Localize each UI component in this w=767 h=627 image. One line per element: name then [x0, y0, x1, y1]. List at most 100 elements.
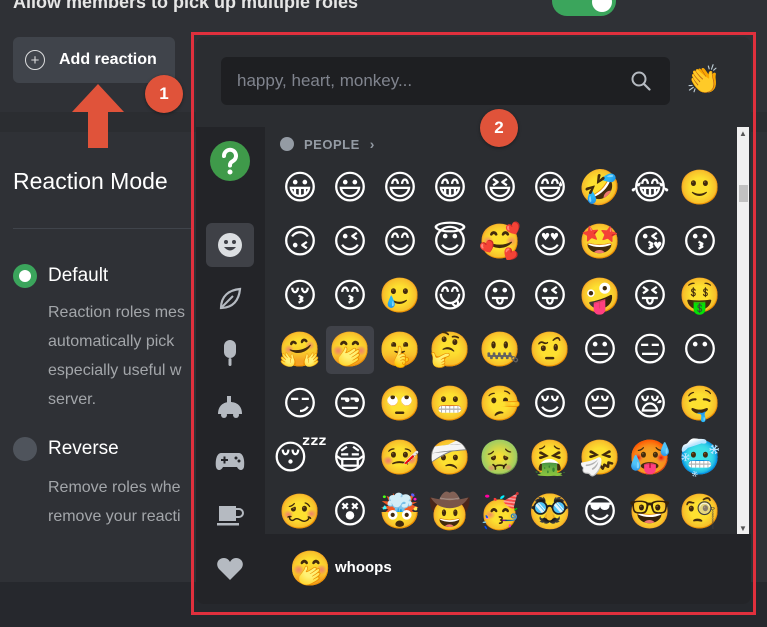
- emoji-button[interactable]: 😉: [326, 218, 374, 266]
- category-objects-icon[interactable]: [206, 493, 254, 537]
- emoji-button[interactable]: 😎: [576, 488, 624, 534]
- emoji-button[interactable]: 🤐: [476, 326, 524, 374]
- emoji-button[interactable]: 😴: [273, 434, 328, 482]
- desc-line: automatically pick: [48, 333, 175, 350]
- step-badge-2: 2: [480, 109, 518, 147]
- emoji-button[interactable]: 😗: [676, 218, 724, 266]
- emoji-picker: 👏: [196, 37, 751, 604]
- emoji-button[interactable]: 😔: [576, 380, 624, 428]
- emoji-button[interactable]: 😚: [276, 272, 324, 320]
- emoji-button[interactable]: 🤢: [476, 434, 524, 482]
- emoji-button[interactable]: 😪: [626, 380, 674, 428]
- add-reaction-button[interactable]: + Add reaction: [13, 37, 175, 83]
- emoji-button[interactable]: 😁: [426, 164, 474, 212]
- category-activities-icon[interactable]: [206, 385, 254, 429]
- emoji-button[interactable]: 🥲: [376, 272, 424, 320]
- default-radio[interactable]: [13, 264, 37, 288]
- reverse-radio[interactable]: [13, 437, 37, 461]
- emoji-button[interactable]: 😘: [626, 218, 674, 266]
- emoji-button[interactable]: 😑: [626, 326, 674, 374]
- emoji-button[interactable]: 🤧: [576, 434, 624, 482]
- scroll-down-arrow-icon[interactable]: ▼: [737, 522, 749, 534]
- emoji-button[interactable]: 😅: [526, 164, 574, 212]
- emoji-button[interactable]: 😝: [626, 272, 674, 320]
- emoji-button[interactable]: 🥴: [276, 488, 324, 534]
- emoji-button[interactable]: 😒: [326, 380, 374, 428]
- emoji-search-input[interactable]: [221, 57, 627, 105]
- emoji-button[interactable]: 😄: [376, 164, 424, 212]
- emoji-button[interactable]: 😋: [426, 272, 474, 320]
- emoji-button[interactable]: 🙂: [676, 164, 724, 212]
- step-badge-1: 1: [145, 75, 183, 113]
- emoji-button[interactable]: 🥶: [676, 434, 724, 482]
- emoji-button[interactable]: 🤮: [526, 434, 574, 482]
- emoji-button[interactable]: 🙄: [376, 380, 424, 428]
- emoji-button[interactable]: 😬: [426, 380, 474, 428]
- coffee-cup-icon: [217, 506, 244, 526]
- emoji-button[interactable]: 😀: [276, 164, 324, 212]
- emoji-button[interactable]: 😍: [526, 218, 574, 266]
- emoji-preview-footer: 🤭 whoops: [265, 534, 751, 604]
- emoji-button[interactable]: 🤗: [276, 326, 324, 374]
- emoji-button[interactable]: 🤣: [576, 164, 624, 212]
- emoji-button[interactable]: 🤔: [426, 326, 474, 374]
- emoji-button[interactable]: 🥵: [626, 434, 674, 482]
- emoji-button[interactable]: 🤑: [676, 272, 724, 320]
- emoji-button[interactable]: 😃: [326, 164, 374, 212]
- emoji-button[interactable]: 😙: [326, 272, 374, 320]
- emoji-button[interactable]: 🤭: [326, 326, 374, 374]
- emoji-button[interactable]: 😌: [526, 380, 574, 428]
- emoji-button[interactable]: 🤥: [476, 380, 524, 428]
- emoji-button[interactable]: 🤒: [376, 434, 424, 482]
- up-arrow-icon: [72, 84, 124, 148]
- emoji-button[interactable]: 😆: [476, 164, 524, 212]
- section-label: PEOPLE: [304, 136, 360, 152]
- leaf-icon: [219, 287, 242, 310]
- default-option-desc: Reaction roles mes automatically pick es…: [48, 298, 185, 414]
- scroll-up-arrow-icon[interactable]: ▲: [737, 127, 749, 139]
- emoji-button[interactable]: 😊: [376, 218, 424, 266]
- emoji-button[interactable]: 🥸: [526, 488, 574, 534]
- category-nature-icon[interactable]: [206, 277, 254, 321]
- emoji-button[interactable]: 😏: [276, 380, 324, 428]
- emoji-button[interactable]: 🥳: [476, 488, 524, 534]
- preview-emoji-name: whoops: [335, 559, 392, 576]
- emoji-button[interactable]: 😜: [526, 272, 574, 320]
- emoji-button[interactable]: 🤓: [626, 488, 674, 534]
- emoji-button[interactable]: 😐: [576, 326, 624, 374]
- category-food-icon[interactable]: [206, 331, 254, 375]
- category-gaming-icon[interactable]: [206, 439, 254, 483]
- emoji-button[interactable]: 🤩: [576, 218, 624, 266]
- emoji-button[interactable]: 🤯: [376, 488, 424, 534]
- emoji-button[interactable]: 😛: [476, 272, 524, 320]
- emoji-button[interactable]: 🤤: [676, 380, 724, 428]
- scrollbar-thumb[interactable]: [739, 185, 748, 202]
- category-server-icon[interactable]: [206, 139, 254, 183]
- emoji-grid: PEOPLE › 😀 😃 😄 😁 😆 😅 🤣 😂 🙂 🙃 😉 😊 😇 🥰 😍 🤩 😘 😗 😚 😙 🥲 😋 😛 😜 🤪 😝 🤑 🤗 🤭 🤫 🤔…: [265, 127, 751, 534]
- emoji-button[interactable]: 🤨: [526, 326, 574, 374]
- emoji-button[interactable]: 😷: [326, 434, 374, 482]
- emoji-button[interactable]: 😇: [426, 218, 474, 266]
- emoji-button[interactable]: 🧐: [676, 488, 724, 534]
- emoji-button[interactable]: 🥰: [476, 218, 524, 266]
- divider: [13, 228, 193, 229]
- section-header-people[interactable]: PEOPLE ›: [280, 136, 375, 152]
- emoji-button[interactable]: 🤠: [426, 488, 474, 534]
- desc-line: especially useful w: [48, 362, 182, 379]
- allow-multiple-roles-label: Allow members to pick up multiple roles: [13, 0, 359, 12]
- skin-tone-selector[interactable]: 👏: [686, 64, 721, 96]
- category-symbols-icon[interactable]: [206, 547, 254, 591]
- emoji-button[interactable]: 🤫: [376, 326, 424, 374]
- emoji-button[interactable]: 😶: [676, 326, 724, 374]
- preview-emoji: 🤭: [289, 550, 332, 588]
- emoji-button[interactable]: 😂: [626, 164, 674, 212]
- allow-multiple-roles-toggle[interactable]: [552, 0, 616, 16]
- activities-icon: [218, 396, 242, 418]
- emoji-button[interactable]: 🤪: [576, 272, 624, 320]
- emoji-button[interactable]: 🤕: [426, 434, 474, 482]
- emoji-search-box[interactable]: [221, 57, 670, 105]
- emoji-button[interactable]: 😵: [326, 488, 374, 534]
- reverse-option-label: Reverse: [48, 438, 119, 459]
- category-people-icon[interactable]: [206, 223, 254, 267]
- emoji-button[interactable]: 🙃: [276, 218, 324, 266]
